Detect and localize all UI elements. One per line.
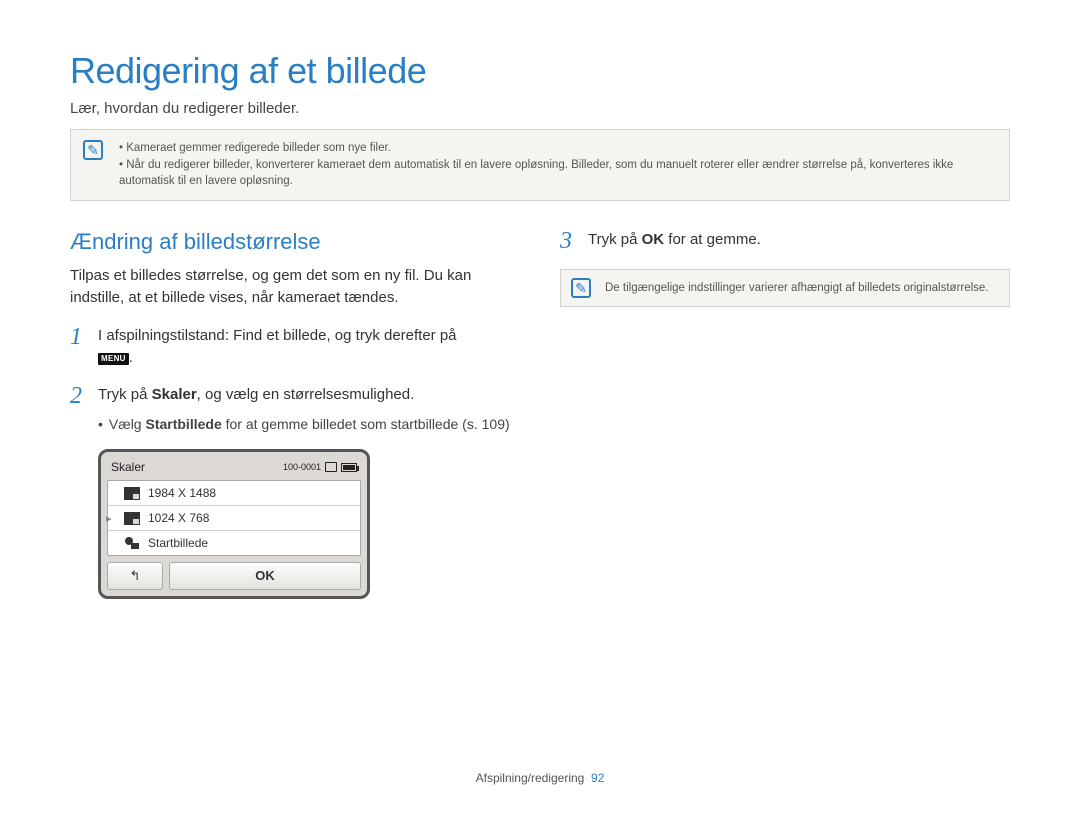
battery-icon (341, 463, 357, 472)
option-label: Startbillede (148, 536, 208, 550)
footer-section: Afspilning/redigering (476, 771, 585, 785)
ok-glyph: OK (642, 231, 665, 248)
startup-image-icon (124, 537, 140, 550)
step-2-sub-pre: Vælg (109, 416, 146, 432)
note-icon: ✎ (83, 140, 103, 160)
image-size-icon (124, 487, 140, 500)
step-1-trailing: . (129, 349, 133, 366)
step-1: 1 I afspilningstilstand: Find et billede… (70, 325, 520, 370)
step-2-bold: Skaler (152, 386, 197, 403)
step-3-number: 3 (560, 229, 578, 253)
page-title: Redigering af et billede (70, 50, 1010, 92)
option-startbillede[interactable]: Startbillede (108, 531, 360, 555)
step-2-sub-bold: Startbillede (145, 416, 221, 432)
sd-card-icon (325, 462, 337, 472)
step-1-number: 1 (70, 325, 88, 349)
bullet-icon: • (98, 414, 103, 435)
step-3-pre: Tryk på (588, 231, 642, 248)
step-3: 3 Tryk på OK for at gemme. (560, 229, 1010, 253)
resize-option-list: 1984 X 1488 1024 X 768 Startbillede (107, 480, 361, 556)
side-note-box: ✎ De tilgængelige indstillinger varierer… (560, 269, 1010, 307)
step-2-number: 2 (70, 384, 88, 408)
page-footer: Afspilning/redigering 92 (0, 771, 1080, 785)
note-line-1: Kameraet gemmer redigerede billeder som … (119, 140, 995, 157)
footer-page-number: 92 (591, 771, 604, 785)
step-1-text: I afspilningstilstand: Find et billede, … (98, 327, 457, 344)
menu-button-icon: MENU (98, 353, 129, 365)
step-2: 2 Tryk på Skaler, og vælg en størrelsesm… (70, 384, 520, 436)
section-intro: Tilpas et billedes størrelse, og gem det… (70, 265, 520, 309)
ok-button[interactable]: OK (169, 562, 361, 590)
camera-screen-title: Skaler (111, 460, 145, 474)
option-1984x1488[interactable]: 1984 X 1488 (108, 481, 360, 506)
page-subtitle: Lær, hvordan du redigerer billeder. (70, 100, 1010, 117)
note-line-2: Når du redigerer billeder, konverterer k… (119, 157, 995, 190)
step-2-sub-post: for at gemme billedet som startbillede (… (222, 416, 510, 432)
option-1024x768[interactable]: 1024 X 768 (108, 506, 360, 531)
step-2-pre: Tryk på (98, 386, 152, 403)
note-icon: ✎ (571, 278, 591, 298)
step-2-post: , og vælg en størrelsesmulighed. (197, 386, 415, 403)
option-label: 1984 X 1488 (148, 486, 216, 500)
step-3-post: for at gemme. (664, 231, 761, 248)
side-note-text: De tilgængelige indstillinger varierer a… (605, 282, 989, 294)
back-button[interactable]: ↰ (107, 562, 163, 590)
camera-screen: Skaler 100-0001 1984 X 1488 (98, 449, 370, 599)
top-note-box: ✎ Kameraet gemmer redigerede billeder so… (70, 129, 1010, 201)
file-counter: 100-0001 (283, 462, 321, 472)
option-label: 1024 X 768 (148, 511, 209, 525)
section-title: Ændring af billedstørrelse (70, 229, 520, 255)
image-size-icon (124, 512, 140, 525)
